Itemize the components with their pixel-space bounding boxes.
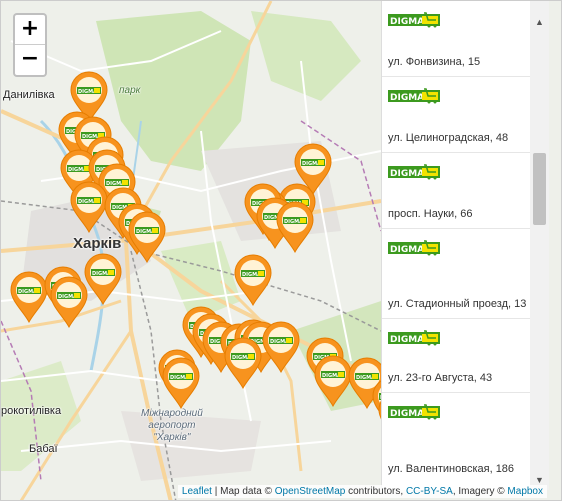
store-item[interactable]: DIGMA ул. Целиноградская, 48 [382,77,549,153]
scrollbar-thumb[interactable] [533,153,546,225]
store-address: ул. Целиноградская, 48 [388,132,509,144]
svg-text:DIGMA: DIGMA [390,169,424,179]
map-attribution: Leaflet | Map data © OpenStreetMap contr… [177,485,547,498]
store-address: ул. 23-го Августа, 43 [388,372,493,384]
store-item[interactable]: DIGMA ул. Фонвизина, 15 [382,1,549,77]
scroll-up-arrow-icon[interactable]: ▲ [530,13,549,31]
store-map-marker[interactable]: DIGMA [275,201,315,253]
license-link[interactable]: CC-BY-SA [406,486,453,497]
airport-label-line3: "Харків" [153,432,191,443]
store-map-marker[interactable]: DIGMA [127,211,167,263]
zoom-out-button[interactable]: − [15,45,45,75]
svg-text:DIGMA: DIGMA [390,335,424,345]
store-map-marker[interactable]: DIGMA [233,254,273,306]
osm-link[interactable]: OpenStreetMap [275,486,346,497]
digma-logo-icon: DIGMA [388,327,549,349]
store-address: просп. Науки, 66 [388,208,473,220]
digma-logo-icon: DIGMA [388,85,549,107]
place-label-babai: Бабаї [29,443,58,455]
svg-text:DIGMA: DIGMA [390,93,424,103]
digma-logo-icon: DIGMA [388,401,549,423]
svg-text:DIGMA: DIGMA [390,409,424,419]
place-label-danylivka: Данилівка [3,89,55,101]
leaflet-link[interactable]: Leaflet [182,486,212,497]
attribution-text-3: , Imagery © [452,486,508,497]
store-list-panel[interactable]: DIGMA ул. Фонвизина, 15 DIGMA ул. Целино… [381,1,549,490]
store-map-marker[interactable]: DIGMA [161,357,201,409]
store-item[interactable]: DIGMA ул. Валентиновская, 186 [382,393,549,483]
store-item[interactable]: DIGMA просп. Науки, 66 [382,153,549,229]
mapbox-link[interactable]: Mapbox [507,486,543,497]
digma-logo-icon: DIGMA [388,237,549,259]
store-item[interactable]: DIGMA ул. Стадионный проезд, 13 [382,229,549,319]
place-label-rokotylivka: рокотилівка [1,405,62,417]
digma-logo-icon: DIGMA [388,9,549,31]
attribution-text-2: contributors, [345,486,406,497]
place-label-airport: Міжнародний аеропорт "Харків" [141,408,203,444]
airport-label-line1: Міжнародний [141,408,203,419]
attribution-text-1: | Map data © [211,486,275,497]
airport-label-line2: аеропорт [148,420,196,431]
place-label-park: парк [119,85,141,96]
store-address: ул. Фонвизина, 15 [388,56,481,68]
zoom-in-button[interactable]: + [15,15,45,45]
store-map-marker[interactable]: DIGMA [83,253,123,305]
svg-text:DIGMA: DIGMA [390,245,424,255]
store-list-scrollbar[interactable]: ▲ ▼ [530,1,549,490]
digma-logo-icon: DIGMA [388,161,549,183]
store-address: ул. Стадионный проезд, 13 [388,298,527,310]
store-map-marker[interactable]: DIGMA [261,321,301,373]
map-widget: Данилівка парк Харків рокотилівка Бабаї … [0,0,562,501]
store-map-marker[interactable]: DIGMA [223,337,263,389]
svg-text:DIGMA: DIGMA [390,17,424,27]
store-address: ул. Валентиновская, 186 [388,463,515,475]
store-item[interactable]: DIGMA ул. 23-го Августа, 43 [382,319,549,393]
zoom-control: + − [13,13,47,77]
